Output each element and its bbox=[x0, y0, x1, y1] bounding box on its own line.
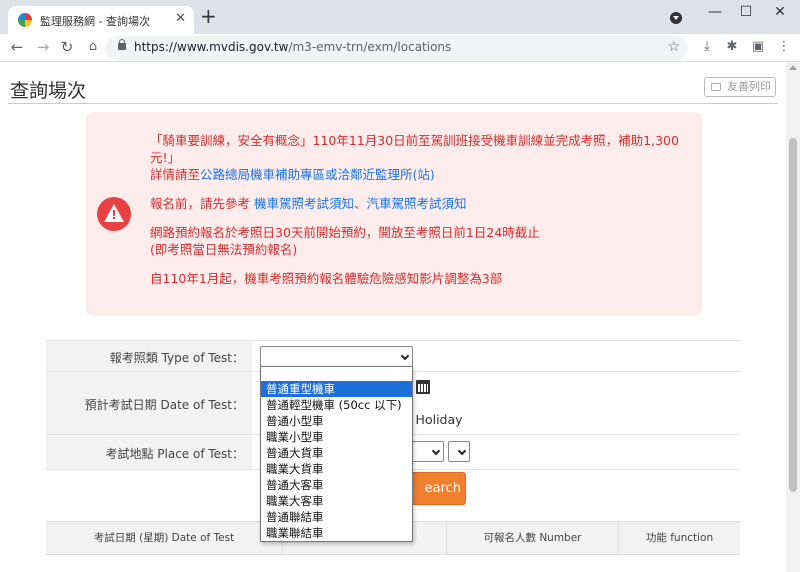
close-window-button[interactable]: ✕ bbox=[770, 4, 790, 20]
page-scrollbar[interactable] bbox=[786, 62, 800, 572]
notice-line-booking: 網路預約報名於考照日30天前開始預約，開放至考照日前1日24時截止 bbox=[150, 225, 540, 240]
forward-button[interactable]: → bbox=[34, 39, 52, 55]
type-dropdown-list: 普通重型機車 普通輕型機車 (50cc 以下) 普通小型車 職業小型車 普通大貨車 職業大… bbox=[260, 366, 413, 542]
notice-line-subsidy: 「騎車要訓練，安全有概念」110年11月30日前至駕訓班接受機車訓練並完成考照，… bbox=[150, 133, 679, 165]
tab-title: 監理服務網 - 查詢場次 bbox=[40, 15, 150, 28]
print-button[interactable]: 友善列印 bbox=[704, 77, 776, 97]
lock-icon[interactable] bbox=[118, 39, 126, 50]
dropdown-option[interactable]: 職業聯結車 bbox=[261, 525, 412, 541]
new-tab-button[interactable]: + bbox=[200, 6, 217, 26]
tab-close-icon[interactable]: ✕ bbox=[175, 11, 186, 26]
scroll-up-arrow-icon[interactable] bbox=[789, 65, 797, 70]
chevron-down-icon bbox=[400, 351, 410, 361]
warning-icon bbox=[97, 197, 131, 231]
site-favicon-icon bbox=[18, 13, 32, 27]
car-guide-link[interactable]: 汽車駕照考試須知 bbox=[367, 196, 467, 211]
notice-text: 「騎車要訓練，安全有概念」110年11月30日前至駕訓班接受機車訓練並完成考照，… bbox=[150, 132, 690, 299]
notice-line-video: 自110年1月起，機車考照預約報名體驗危險感知影片調整為3部 bbox=[150, 271, 503, 286]
col-date: 考試日期 (星期) Date of Test bbox=[93, 532, 235, 544]
chevron-down-icon bbox=[431, 446, 441, 456]
type-select[interactable] bbox=[260, 346, 413, 367]
place-label: 考試地點 Place of Test： bbox=[46, 435, 252, 469]
calendar-icon[interactable] bbox=[416, 380, 430, 394]
browser-tab[interactable]: 監理服務網 - 查詢場次 ✕ bbox=[8, 6, 194, 34]
home-icon[interactable]: ⌂ bbox=[84, 39, 102, 55]
tab-search-icon[interactable] bbox=[670, 12, 682, 24]
page-title: 查詢場次 bbox=[10, 80, 87, 102]
notice-line-booking-note: (即考照當日無法預約報名) bbox=[150, 242, 298, 257]
browser-toolbar: ← → ↻ ⌂ https://www.mvdis.gov.tw/m3-emv-… bbox=[0, 34, 800, 62]
reload-button[interactable]: ↻ bbox=[58, 39, 76, 55]
back-button[interactable]: ← bbox=[8, 39, 26, 55]
dropdown-option[interactable]: 普通大客車 bbox=[261, 477, 412, 493]
dropdown-option[interactable]: 普通輕型機車 (50cc 以下) bbox=[261, 397, 412, 413]
notice-line-details: 詳情請至 bbox=[150, 167, 201, 182]
menu-icon[interactable]: ⋮ bbox=[775, 39, 793, 54]
scroll-thumb[interactable] bbox=[789, 138, 797, 492]
type-label: 報考照類 Type of Test： bbox=[46, 341, 252, 371]
page-content: 查詢場次 友善列印 「騎車要訓練，安全有概念」110年11月30日前至駕訓班接受… bbox=[0, 62, 786, 572]
print-label: 友善列印 bbox=[727, 80, 771, 93]
url-text[interactable]: https://www.mvdis.gov.tw/m3-emv-trn/exm/… bbox=[134, 40, 451, 54]
date-label: 預計考試日期 Date of Test： bbox=[46, 372, 252, 434]
maximize-button[interactable]: ☐ bbox=[736, 4, 756, 20]
dropdown-option[interactable]: 職業大貨車 bbox=[261, 461, 412, 477]
place-select-2[interactable] bbox=[448, 441, 470, 462]
extensions-icon[interactable]: ✱ bbox=[723, 39, 741, 54]
motorcycle-guide-link[interactable]: 機車駕照考試須知 bbox=[254, 196, 354, 211]
chevron-down-icon bbox=[457, 446, 467, 456]
dropdown-option[interactable]: 職業大客車 bbox=[261, 493, 412, 509]
notice-box: 「騎車要訓練，安全有概念」110年11月30日前至駕訓班接受機車訓練並完成考照，… bbox=[86, 112, 702, 316]
title-divider bbox=[8, 103, 778, 104]
dropdown-option[interactable]: 普通重型機車 bbox=[261, 381, 412, 397]
address-bar[interactable]: https://www.mvdis.gov.tw/m3-emv-trn/exm/… bbox=[106, 36, 688, 60]
download-icon[interactable]: ⤓ bbox=[698, 39, 716, 54]
col-number: 可報名人數 Number bbox=[446, 522, 618, 554]
dropdown-option[interactable]: 普通小型車 bbox=[261, 413, 412, 429]
dropdown-option[interactable]: 普通聯結車 bbox=[261, 509, 412, 525]
dropdown-option[interactable]: 職業小型車 bbox=[261, 429, 412, 445]
bookmark-star-icon[interactable]: ☆ bbox=[667, 39, 680, 55]
notice-line-prereq: 報名前，請先參考 bbox=[150, 196, 254, 211]
profile-icon[interactable]: ▣ bbox=[749, 39, 767, 54]
col-function: 功能 function bbox=[618, 522, 740, 554]
dropdown-option[interactable]: 普通大貨車 bbox=[261, 445, 412, 461]
browser-tabbar: 監理服務網 - 查詢場次 ✕ + — ☐ ✕ bbox=[0, 0, 800, 34]
dropdown-empty-option[interactable] bbox=[261, 367, 412, 381]
subsidy-link[interactable]: 公路總局機車補助專區或洽鄰近監理所(站) bbox=[200, 167, 435, 182]
printer-icon bbox=[711, 83, 721, 91]
minimize-button[interactable]: — bbox=[705, 4, 725, 20]
link-separator: 、 bbox=[354, 196, 367, 211]
